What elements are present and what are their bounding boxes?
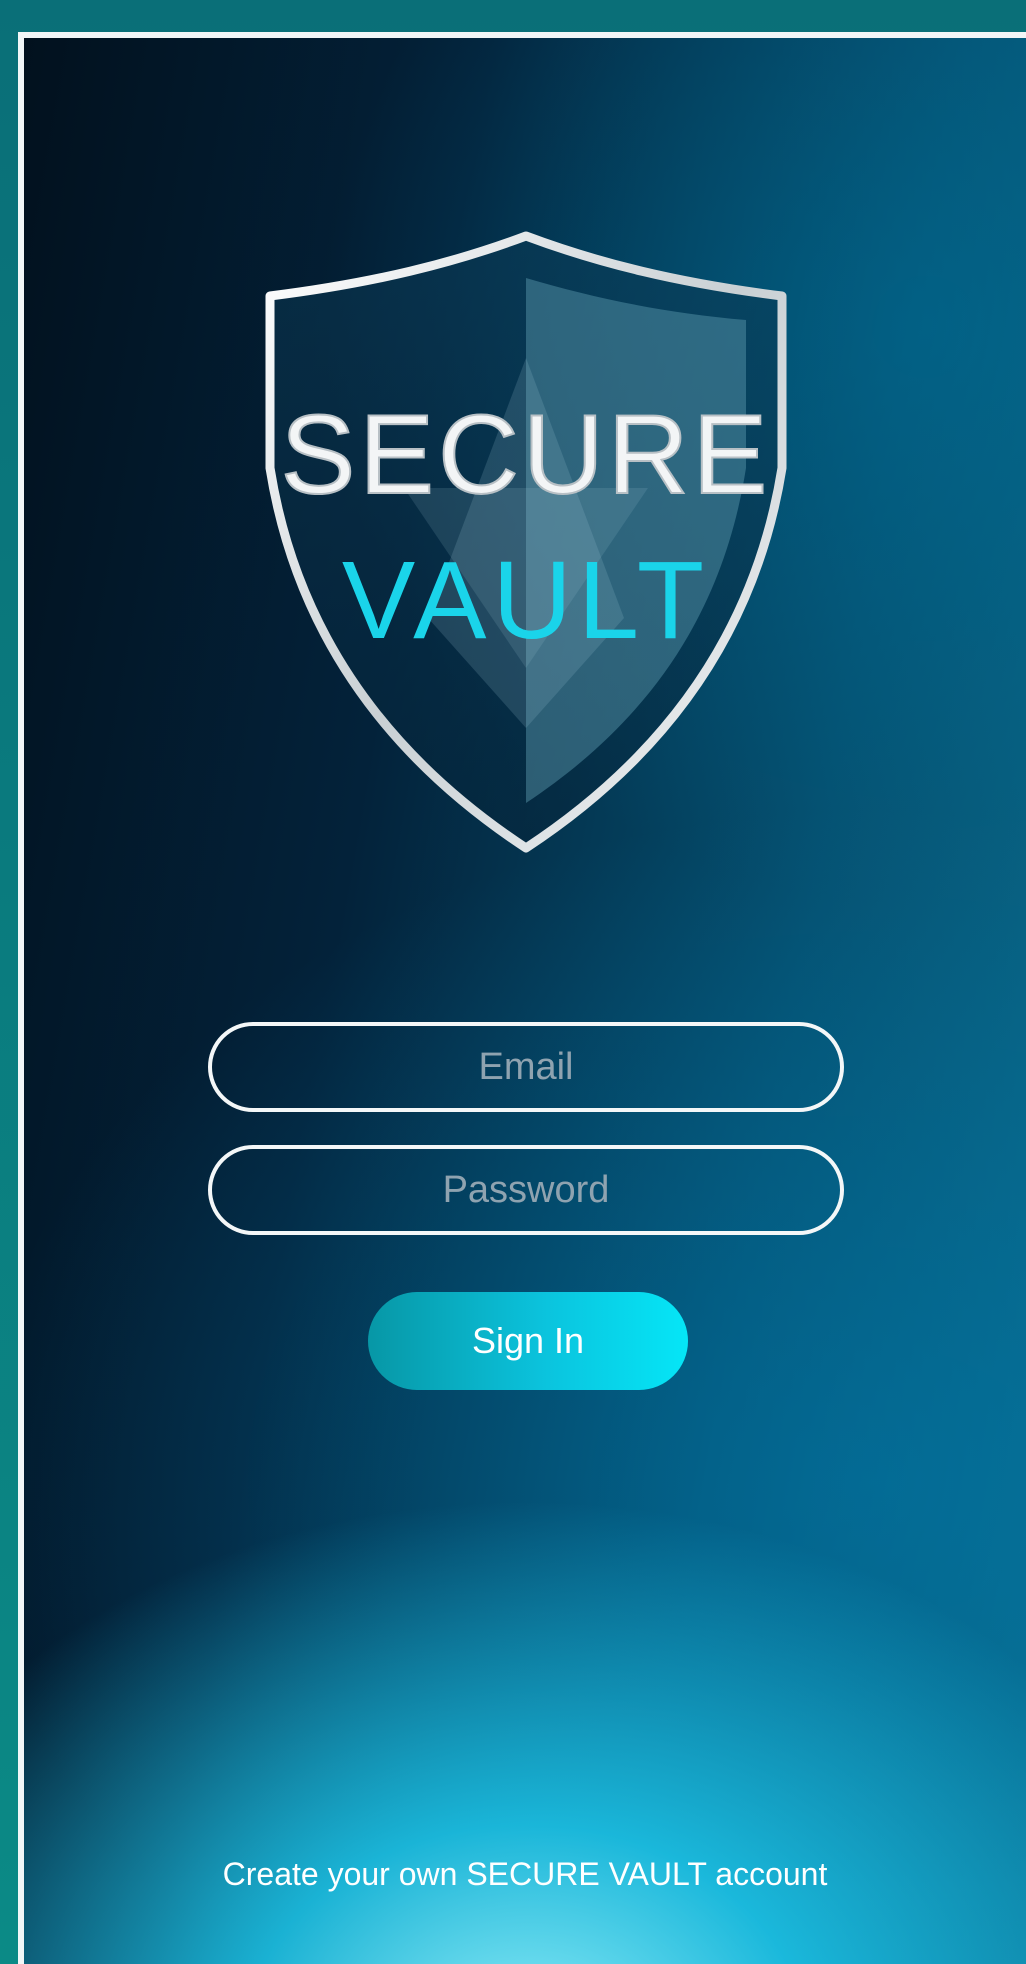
secure-vault-logo: SECURE VAULT (265, 231, 787, 853)
logo-secure-text: SECURE (281, 392, 772, 517)
device-frame: SECURE VAULT Sign In Create your own SEC… (0, 0, 1026, 1964)
sign-in-button[interactable]: Sign In (368, 1292, 688, 1390)
password-field[interactable] (208, 1145, 844, 1235)
create-account-link[interactable]: Create your own SECURE VAULT account (24, 1856, 1026, 1893)
logo-vault-text: VAULT (342, 539, 710, 662)
login-screen: SECURE VAULT Sign In Create your own SEC… (18, 32, 1026, 1964)
email-field[interactable] (208, 1022, 844, 1112)
